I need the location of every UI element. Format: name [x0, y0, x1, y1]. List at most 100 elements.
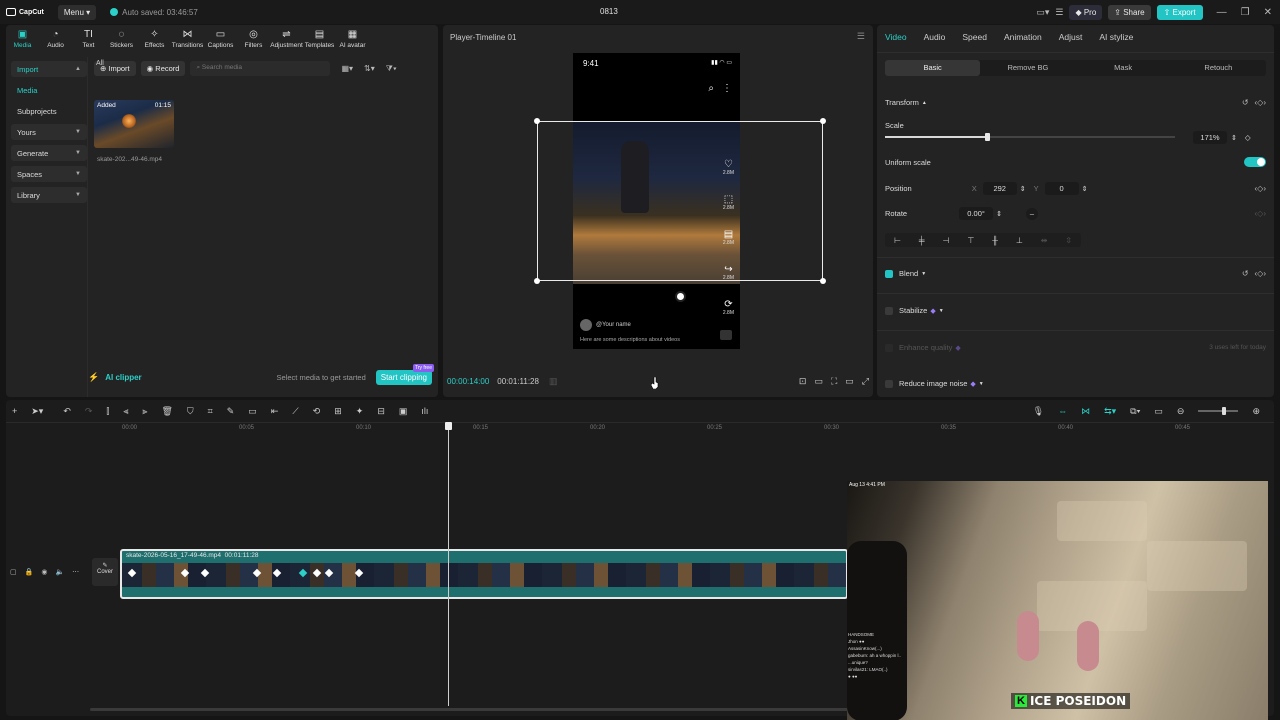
- position-y-input[interactable]: 0: [1044, 182, 1079, 195]
- distribute-h-icon[interactable]: ⇹: [1041, 236, 1048, 245]
- tab-transitions[interactable]: ⋈ Transitions: [171, 27, 204, 49]
- scale-keyframe-icon[interactable]: ◇: [1245, 133, 1251, 142]
- ai-clipper-label[interactable]: AI clipper: [105, 373, 141, 382]
- quality-icon[interactable]: ▭: [814, 376, 823, 387]
- preview-axis-icon[interactable]: ⧉▾: [1130, 406, 1140, 417]
- scale-stepper[interactable]: ⇕: [1231, 134, 1237, 142]
- tab-effects[interactable]: ✧ Effects: [138, 27, 171, 49]
- sort-icon[interactable]: ⇅▾: [364, 64, 375, 73]
- blend-reset-icon[interactable]: ↺: [1242, 269, 1249, 278]
- visibility-icon[interactable]: ◉: [41, 568, 47, 576]
- tab-text[interactable]: TI Text: [72, 27, 105, 49]
- position-x-input[interactable]: 292: [982, 182, 1017, 195]
- export-button[interactable]: ⇧ Export: [1156, 4, 1203, 20]
- ratio-icon[interactable]: ▭: [845, 376, 854, 387]
- position-x-stepper[interactable]: ⇕: [1020, 185, 1026, 193]
- shortcuts-icon[interactable]: ☰: [1055, 7, 1063, 18]
- ai-edit-icon[interactable]: ✎: [227, 406, 235, 417]
- zoom-slider-knob[interactable]: [1222, 407, 1227, 415]
- timeline-scrollbar[interactable]: [90, 708, 850, 711]
- tab-ai-stylize[interactable]: AI stylize: [1099, 32, 1133, 42]
- subtab-remove-bg[interactable]: Remove BG: [980, 60, 1075, 76]
- view-grid-icon[interactable]: ▦▾: [341, 64, 353, 73]
- rotate-icon[interactable]: ⟲: [313, 406, 321, 417]
- pro-button[interactable]: ◆ Pro: [1069, 4, 1103, 20]
- scale-slider[interactable]: [885, 133, 1175, 141]
- mark-icon[interactable]: ⛉: [187, 406, 194, 417]
- zoom-in-icon[interactable]: ⊕: [1252, 406, 1260, 417]
- blend-keyframe-icon[interactable]: ‹◇›: [1255, 269, 1266, 278]
- track-more-icon[interactable]: ⋯: [72, 568, 79, 576]
- blend-checkbox[interactable]: [885, 269, 893, 278]
- share-button[interactable]: ⇪ Share: [1108, 4, 1151, 20]
- subtitle-icon[interactable]: ⊟: [377, 406, 385, 417]
- ai-magic-icon[interactable]: ✦: [356, 406, 364, 417]
- tab-adjustment[interactable]: ⇌ Adjustment: [270, 27, 303, 49]
- layout-icon[interactable]: ▭▾: [1036, 7, 1049, 18]
- search-input[interactable]: ⌕ Search media: [190, 61, 331, 76]
- fullscreen-icon[interactable]: ⤢: [862, 376, 869, 387]
- tab-adjust[interactable]: Adjust: [1059, 32, 1083, 42]
- scale-slider-knob[interactable]: [985, 133, 990, 141]
- link-main-icon[interactable]: ⇔: [1058, 406, 1067, 416]
- video-clip[interactable]: skate-2026-05-16_17-49-46.mp4 00:01:11:2…: [120, 549, 848, 599]
- align-left-icon[interactable]: ⊢: [894, 236, 901, 245]
- minimize-icon[interactable]: —: [1217, 7, 1227, 18]
- sidebar-item-generate[interactable]: Generate ▼: [11, 145, 87, 161]
- delete-icon[interactable]: 🗑: [161, 406, 172, 417]
- scale-input[interactable]: 171%: [1193, 131, 1227, 144]
- track-lock-icon[interactable]: ▢: [10, 568, 17, 576]
- tab-audio[interactable]: ◔ Audio: [39, 27, 72, 49]
- rotate-dial[interactable]: –: [1025, 207, 1038, 220]
- freeze-icon[interactable]: ▭: [248, 406, 257, 417]
- screen-icon[interactable]: ▣: [399, 406, 408, 417]
- audio-wave-icon[interactable]: ılı: [421, 406, 428, 416]
- frames-icon[interactable]: ▥: [549, 376, 558, 387]
- tab-video[interactable]: Video: [885, 32, 907, 42]
- split-left-icon[interactable]: ⫷: [123, 406, 128, 417]
- rotate-stepper[interactable]: ⇕: [996, 210, 1002, 218]
- reduce-noise-row[interactable]: Reduce image noise ◆ ▼: [885, 379, 1266, 388]
- mic-icon[interactable]: 🎙: [1033, 406, 1044, 417]
- tab-filters[interactable]: ◎ Filters: [237, 27, 270, 49]
- distribute-v-icon[interactable]: ⇳: [1065, 236, 1072, 245]
- split-right-icon[interactable]: ⫸: [142, 406, 147, 417]
- split-icon[interactable]: ⫿: [106, 406, 109, 417]
- cover-button[interactable]: ✎ Cover: [92, 558, 118, 586]
- tab-audio[interactable]: Audio: [924, 32, 946, 42]
- align-center-v-icon[interactable]: ╫: [992, 236, 998, 245]
- subtab-retouch[interactable]: Retouch: [1171, 60, 1266, 76]
- zoom-fit-icon[interactable]: ⛶: [831, 376, 837, 387]
- sidebar-item-spaces[interactable]: Spaces ▼: [11, 166, 87, 182]
- zoom-slider[interactable]: [1198, 407, 1239, 415]
- reset-icon[interactable]: ↺: [1242, 98, 1249, 107]
- fit-timeline-icon[interactable]: ▭: [1154, 406, 1163, 417]
- sidebar-item-yours[interactable]: Yours ▼: [11, 124, 87, 140]
- time-ruler[interactable]: 00:00 00:05 00:10 00:15 00:20 00:25 00:30 00:35…: [122, 424, 1272, 434]
- align-right-icon[interactable]: ⊣: [942, 236, 949, 245]
- restore-icon[interactable]: ❐: [1241, 7, 1250, 18]
- align-top-icon[interactable]: ⊤: [967, 236, 974, 245]
- mirror-icon[interactable]: ⟋: [292, 406, 298, 417]
- add-track-icon[interactable]: +: [12, 406, 17, 416]
- mute-icon[interactable]: 🔈: [55, 568, 64, 576]
- media-thumbnail[interactable]: Added 01:15: [94, 100, 174, 148]
- resize-handle-tl[interactable]: [534, 118, 540, 124]
- sidebar-item-media[interactable]: Media: [11, 82, 87, 98]
- subtab-basic[interactable]: Basic: [885, 60, 981, 76]
- zoom-out-icon[interactable]: ⊖: [1177, 406, 1185, 417]
- playhead[interactable]: [448, 422, 449, 706]
- sidebar-item-library[interactable]: Library ▼: [11, 187, 87, 203]
- project-title[interactable]: 0813: [600, 7, 618, 16]
- reduce-noise-checkbox[interactable]: [885, 379, 893, 388]
- transform-header[interactable]: Transform ▲ ↺ ‹◇›: [885, 98, 1266, 107]
- playhead-handle[interactable]: [445, 422, 452, 430]
- tab-ai-avatar[interactable]: ▦ AI avatar: [336, 27, 369, 49]
- snapshot-icon[interactable]: ⊡: [799, 376, 807, 387]
- resize-handle-br[interactable]: [820, 278, 826, 284]
- rotate-handle[interactable]: [675, 291, 686, 302]
- align-bottom-icon[interactable]: ⊥: [1016, 236, 1023, 245]
- uniform-scale-toggle[interactable]: [1244, 157, 1266, 167]
- close-icon[interactable]: ✕: [1264, 7, 1272, 18]
- crop-icon[interactable]: ⌗: [208, 406, 213, 417]
